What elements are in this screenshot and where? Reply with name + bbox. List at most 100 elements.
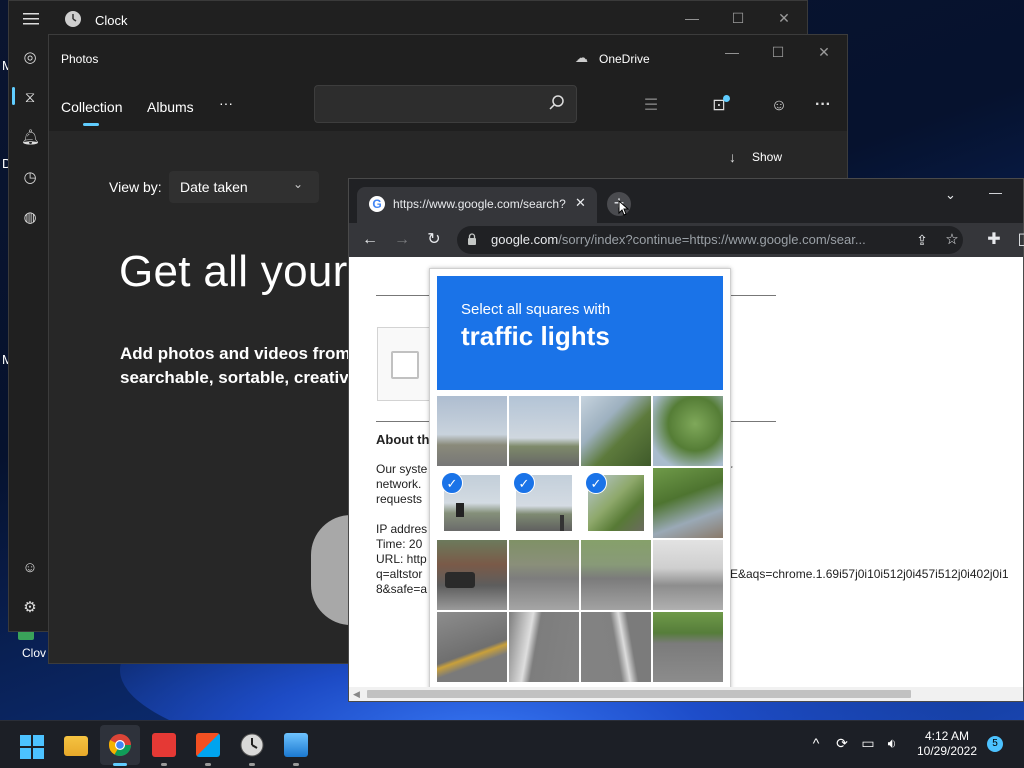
close-button[interactable]: ✕ <box>801 35 847 69</box>
show-button[interactable]: Show <box>752 150 782 164</box>
challenge-tile[interactable] <box>581 612 651 682</box>
stopwatch-icon[interactable]: ◷ <box>21 169 39 187</box>
chrome-window[interactable]: G https://www.google.com/search? ✕ + ⌄ —… <box>348 178 1024 702</box>
challenge-tile[interactable] <box>437 540 507 610</box>
challenge-tile-selected[interactable]: ✓ <box>509 468 579 538</box>
challenge-tile[interactable] <box>509 540 579 610</box>
url-line: URL: http <box>376 552 427 566</box>
tab-search-icon[interactable]: ⌄ <box>945 187 956 203</box>
taskbar-chrome[interactable] <box>100 725 140 766</box>
minimize-button[interactable]: — <box>669 1 715 35</box>
taskbar-store[interactable] <box>188 725 228 766</box>
side-panel-icon[interactable]: ▯ <box>1011 229 1024 251</box>
nav-selected-indicator <box>12 87 15 105</box>
recaptcha-challenge[interactable]: Select all squares with traffic lights ✓ <box>429 268 731 698</box>
challenge-tile[interactable] <box>653 396 723 466</box>
minimize-button[interactable]: — <box>709 35 755 69</box>
challenge-tile-selected[interactable]: ✓ <box>437 468 507 538</box>
volume-icon[interactable]: 🔉︎ <box>882 735 902 752</box>
car-shape <box>445 572 475 588</box>
back-icon[interactable]: ← <box>359 229 381 251</box>
extensions-icon[interactable]: ✚ <box>983 229 1005 251</box>
view-by-label: View by: <box>109 179 162 195</box>
challenge-header: Select all squares with traffic lights <box>437 276 723 390</box>
minimize-button[interactable]: — <box>989 185 1002 200</box>
challenge-tile[interactable] <box>509 396 579 466</box>
mouse-cursor <box>618 199 630 216</box>
hamburger-menu-icon[interactable] <box>23 12 39 26</box>
maximize-button[interactable]: ☐ <box>715 1 761 35</box>
recaptcha-checkbox[interactable] <box>391 351 419 379</box>
chrome-icon <box>108 734 131 756</box>
onedrive-offline-icon[interactable]: ☁︎ <box>575 50 588 66</box>
settings-icon[interactable]: ⚙ <box>21 599 39 617</box>
running-indicator <box>205 763 211 766</box>
close-tab-icon[interactable]: ✕ <box>575 195 586 211</box>
start-button[interactable] <box>12 725 52 765</box>
address-bar[interactable]: google.com/sorry/index?continue=https://… <box>457 226 963 254</box>
challenge-tile-selected[interactable]: ✓ <box>581 468 651 538</box>
challenge-tile[interactable] <box>437 612 507 682</box>
chrome-tab-strip: G https://www.google.com/search? ✕ + ⌄ — <box>349 179 1023 223</box>
more-tabs-button[interactable]: ··· <box>219 95 233 111</box>
taskbar-app[interactable] <box>144 725 184 766</box>
focus-icon[interactable]: ◎ <box>21 49 39 67</box>
close-button[interactable]: ✕ <box>761 1 807 35</box>
clock-title-bar[interactable]: Clock — ☐ ✕ <box>9 1 807 37</box>
search-input[interactable] <box>314 85 577 123</box>
people-icon[interactable]: ☺ <box>767 94 791 118</box>
onedrive-label[interactable]: OneDrive <box>599 52 650 66</box>
taskbar-photos[interactable] <box>276 725 316 766</box>
system-clock[interactable]: 4:12 AM 10/29/2022 <box>912 729 982 759</box>
share-icon[interactable]: ⇪ <box>911 229 933 251</box>
forward-icon[interactable]: → <box>391 229 413 251</box>
scroll-left-icon[interactable]: ◀ <box>353 689 360 700</box>
alarm-icon[interactable]: 🔔︎ <box>21 129 40 147</box>
show-hidden-icons-chevron-icon[interactable]: ^ <box>806 735 826 751</box>
horizontal-scrollbar[interactable]: ◀ <box>349 687 1023 701</box>
network-icon[interactable]: ▭ <box>858 735 878 752</box>
maximize-button[interactable]: ☐ <box>755 35 801 69</box>
running-indicator <box>249 763 255 766</box>
photos-title: Photos <box>61 52 99 66</box>
active-indicator <box>113 763 127 766</box>
search-icon[interactable] <box>548 94 566 112</box>
sync-warning-icon[interactable]: ⟳ <box>832 735 852 752</box>
url-path: /sorry/index?continue=https://www.google… <box>558 232 866 247</box>
lock-icon <box>467 233 477 246</box>
world-clock-icon[interactable]: ◍ <box>21 209 39 227</box>
reload-icon[interactable]: ↻ <box>423 229 445 251</box>
taskbar-clock[interactable] <box>232 725 272 766</box>
empty-state-heading: Get all your r <box>119 247 376 296</box>
clock-time: 4:12 AM <box>924 729 970 743</box>
challenge-tile[interactable] <box>653 540 723 610</box>
paragraph-line: Our syste <box>376 462 428 476</box>
challenge-tile[interactable] <box>653 468 723 538</box>
photos-header: Photos ☁︎ OneDrive — ☐ ✕ Collection Albu… <box>49 35 847 131</box>
tab-albums[interactable]: Albums <box>147 99 194 115</box>
chevron-down-icon: ⌄ <box>293 177 304 191</box>
paragraph-line: requests <box>376 492 423 506</box>
browser-tab[interactable]: G https://www.google.com/search? ✕ <box>357 187 597 223</box>
selected-check-icon: ✓ <box>441 472 463 494</box>
tab-collection[interactable]: Collection <box>61 99 122 115</box>
tab-title: https://www.google.com/search? <box>393 197 566 211</box>
challenge-tile[interactable] <box>653 612 723 682</box>
clock-nav-rail: ◎ ⧖ 🔔︎ ◷ ◍ ☺ ⚙ <box>9 37 49 633</box>
more-options-icon[interactable]: ··· <box>811 93 835 117</box>
timer-icon[interactable]: ⧖ <box>21 89 39 107</box>
scrollbar-thumb[interactable] <box>367 690 911 698</box>
bookmark-star-icon[interactable]: ☆ <box>941 229 963 251</box>
challenge-tile[interactable] <box>581 396 651 466</box>
windows-logo-icon <box>20 735 44 759</box>
challenge-tile[interactable] <box>581 540 651 610</box>
view-by-dropdown[interactable]: Date taken ⌄ <box>169 171 319 203</box>
select-list-icon[interactable]: ☰ <box>639 94 663 118</box>
challenge-tile[interactable] <box>437 396 507 466</box>
traffic-light-shape <box>456 503 464 517</box>
challenge-tile[interactable] <box>509 612 579 682</box>
account-icon[interactable]: ☺ <box>21 559 39 577</box>
clock-icon <box>240 733 264 757</box>
notification-badge[interactable]: 5 <box>987 736 1003 752</box>
taskbar-file-explorer[interactable] <box>56 725 96 765</box>
